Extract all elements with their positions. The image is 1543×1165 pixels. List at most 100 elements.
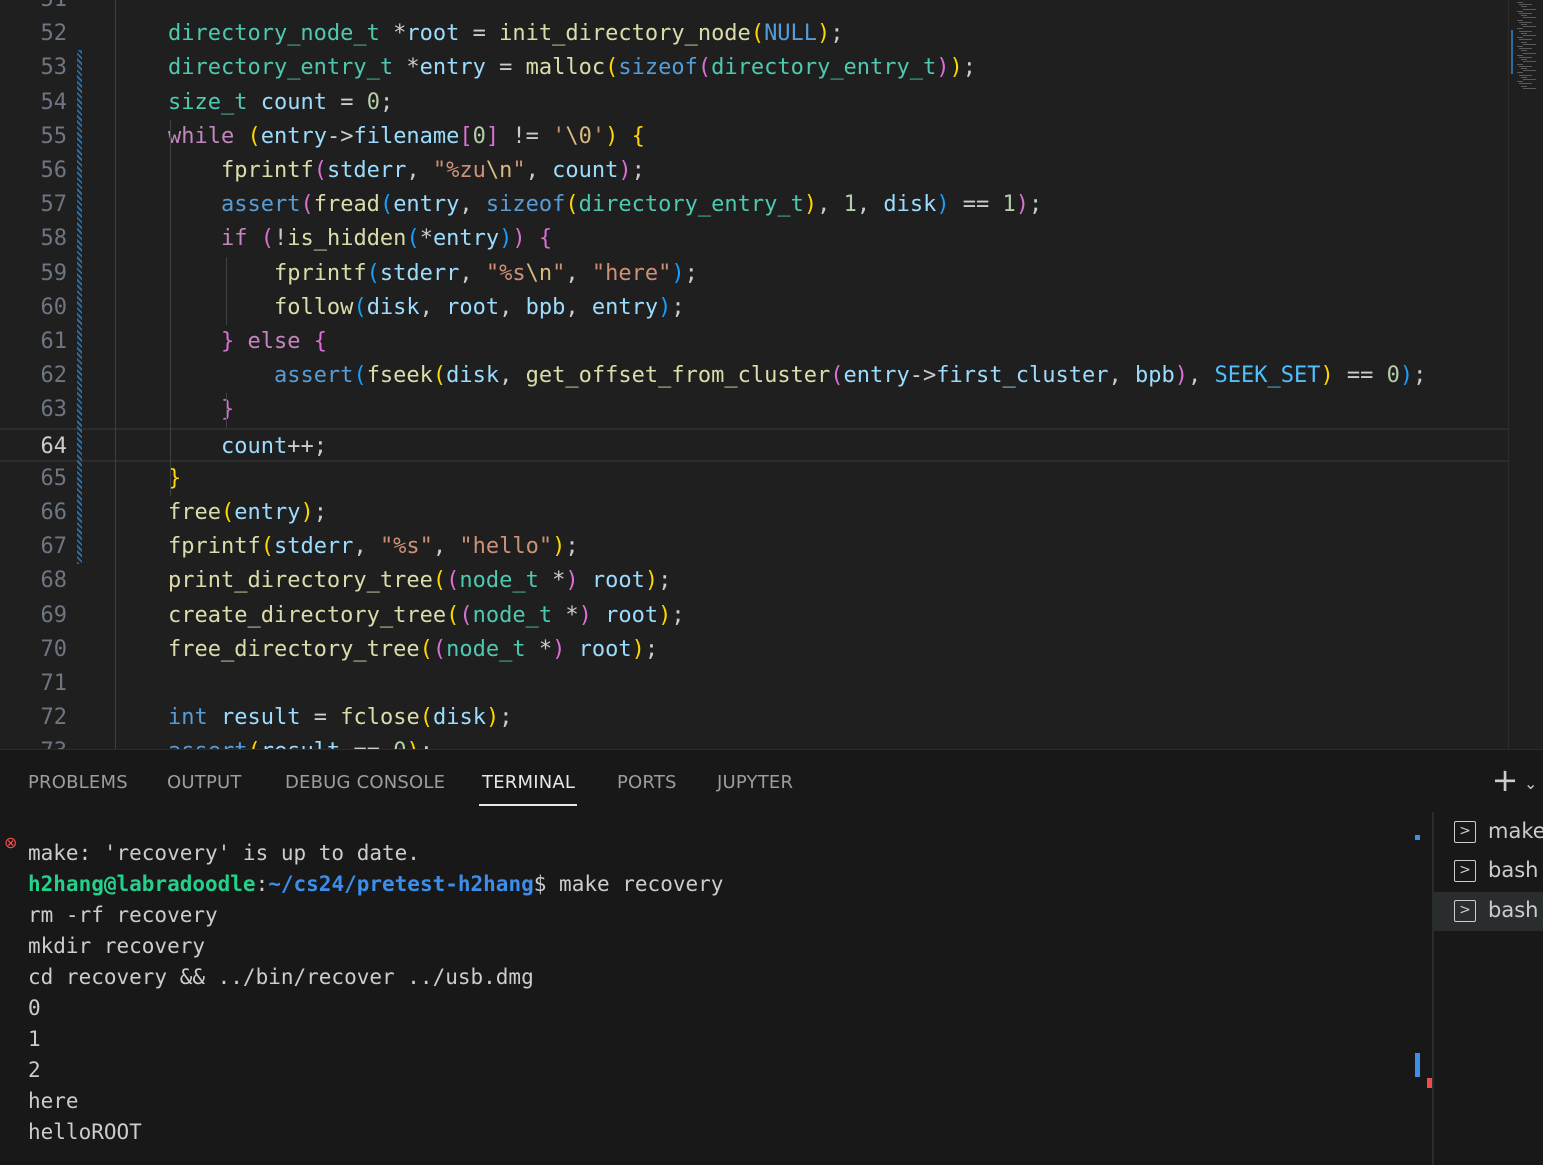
code-token: ) — [936, 55, 950, 81]
code-line[interactable]: 64 count++; — [0, 427, 1508, 462]
terminal-line: 1 — [28, 1027, 41, 1051]
code-line[interactable]: 65 } — [0, 462, 1508, 496]
line-number: 55 — [40, 123, 68, 149]
code-token: sizeof — [485, 192, 566, 218]
code-token: ; — [671, 294, 685, 320]
terminal-list-item-make[interactable]: > make — [1434, 813, 1543, 852]
code-text: if (!is_hidden(*entry)) { — [115, 222, 552, 256]
code-token: 0 — [472, 123, 486, 149]
code-text: directory_entry_t *entry = malloc(sizeof… — [115, 51, 976, 85]
code-text: free_directory_tree((node_t *) root); — [115, 633, 658, 667]
code-line[interactable]: 68 print_directory_tree((node_t *) root)… — [0, 564, 1508, 598]
indent-guide — [115, 0, 116, 749]
code-token: ] — [485, 123, 500, 149]
code-line[interactable]: 57 assert(fread(entry, sizeof(directory_… — [0, 188, 1508, 222]
code-line[interactable]: 61 } else { — [0, 325, 1508, 359]
code-token: ; — [830, 21, 844, 47]
terminal-list-label: bash — [1488, 858, 1539, 882]
prompt-command: make recovery — [559, 872, 724, 896]
code-token: ( — [313, 158, 327, 183]
minimap-line — [1523, 8, 1536, 10]
code-token: ) — [1399, 363, 1414, 389]
minimap-line — [1523, 87, 1536, 89]
modified-lines-gutter[interactable] — [77, 50, 82, 564]
code-line[interactable]: 72 int result = fclose(disk); — [0, 701, 1508, 735]
code-token: * — [525, 636, 553, 662]
code-line[interactable]: 62 assert(fseek(disk, get_offset_from_cl… — [0, 359, 1508, 393]
code-token: = — [326, 89, 367, 115]
code-token: directory_node_t — [167, 21, 380, 47]
tab-ports[interactable]: PORTS — [617, 772, 677, 793]
code-line[interactable]: 73 assert(result == 0); — [0, 735, 1508, 749]
tab-problems[interactable]: PROBLEMS — [28, 772, 128, 793]
code-token: stderr — [326, 158, 407, 183]
code-line[interactable]: 54 size_t count = 0; — [0, 86, 1508, 120]
terminal-dropdown-button[interactable]: ⌄ — [1524, 774, 1542, 793]
code-line[interactable]: 69 create_directory_tree((node_t *) root… — [0, 599, 1508, 633]
code-line[interactable]: 67 fprintf(stderr, "%s", "hello"); — [0, 530, 1508, 564]
tab-terminal[interactable]: TERMINAL — [482, 772, 575, 793]
code-line[interactable]: 71 — [0, 667, 1508, 701]
terminal-list: > make > bash > bash — [1434, 812, 1543, 1165]
line-number: 59 — [40, 260, 68, 286]
code-token: root — [605, 602, 659, 628]
code-token: ++; — [287, 433, 327, 459]
code-token: ; — [499, 705, 513, 731]
code-token: free_directory_tree — [167, 636, 420, 662]
code-line[interactable]: 55 while (entry->filename[0] != '\0') { — [0, 120, 1508, 154]
code-token: "here" — [591, 260, 672, 286]
code-token: entry — [843, 363, 910, 389]
minimap-line — [1523, 26, 1536, 28]
code-line[interactable]: 56 fprintf(stderr, "%zu\n", count); — [0, 154, 1508, 188]
code-token: entry — [591, 294, 659, 320]
code-token: , — [459, 260, 486, 286]
code-text: fprintf(stderr, "%zu\n", count); — [115, 154, 645, 188]
terminal-output[interactable]: make: 'recovery' is up to date. h2hang@l… — [0, 838, 1432, 1165]
terminal-list-item-bash[interactable]: > bash — [1434, 852, 1543, 891]
new-terminal-button[interactable]: + — [1490, 764, 1520, 796]
code-token: entry — [419, 55, 486, 81]
code-token: filename — [353, 123, 460, 149]
prompt-path: ~/cs24/pretest-h2hang — [268, 872, 534, 896]
code-token: root — [578, 636, 632, 662]
code-token: create_directory_tree — [167, 602, 447, 628]
code-token: ( — [353, 294, 367, 320]
line-number: 66 — [40, 500, 68, 525]
code-token: while — [167, 123, 235, 149]
code-token: entry — [432, 226, 500, 252]
code-token: ( — [432, 636, 447, 662]
code-token: -> — [909, 363, 937, 389]
code-token: fprintf — [273, 260, 367, 286]
line-number: 51 — [0, 0, 68, 17]
minimap-line — [1519, 39, 1532, 41]
code-token: ( — [247, 739, 260, 749]
line-number: 56 — [40, 158, 68, 183]
code-line[interactable]: 53 directory_entry_t *entry = malloc(siz… — [0, 51, 1508, 85]
line-number: 58 — [40, 226, 68, 252]
code-token: , — [459, 192, 486, 218]
code-line[interactable]: 51 — [0, 0, 1508, 17]
tab-debug-console[interactable]: DEBUG CONSOLE — [285, 772, 445, 793]
terminal-list-item-bash[interactable]: > bash — [1434, 892, 1543, 931]
code-line[interactable]: 52 directory_node_t *root = init_directo… — [0, 17, 1508, 51]
code-line[interactable]: 66 free(entry); — [0, 496, 1508, 530]
code-line[interactable]: 70 free_directory_tree((node_t *) root); — [0, 633, 1508, 667]
code-line[interactable]: 58 if (!is_hidden(*entry)) { — [0, 222, 1508, 256]
code-text: assert(fread(entry, sizeof(directory_ent… — [115, 188, 1042, 222]
code-editor[interactable]: 5152 directory_node_t *root = init_direc… — [0, 0, 1543, 749]
code-token: root — [446, 294, 500, 320]
code-token: ( — [419, 705, 433, 731]
minimap-line — [1517, 81, 1523, 83]
code-token: { — [538, 226, 553, 252]
tab-jupyter[interactable]: JUPYTER — [717, 772, 793, 793]
tab-output[interactable]: OUTPUT — [167, 772, 242, 793]
minimap[interactable] — [1508, 0, 1543, 749]
code-token: ) — [631, 636, 645, 662]
line-number: 65 — [40, 465, 68, 491]
code-token: != — [499, 123, 553, 149]
